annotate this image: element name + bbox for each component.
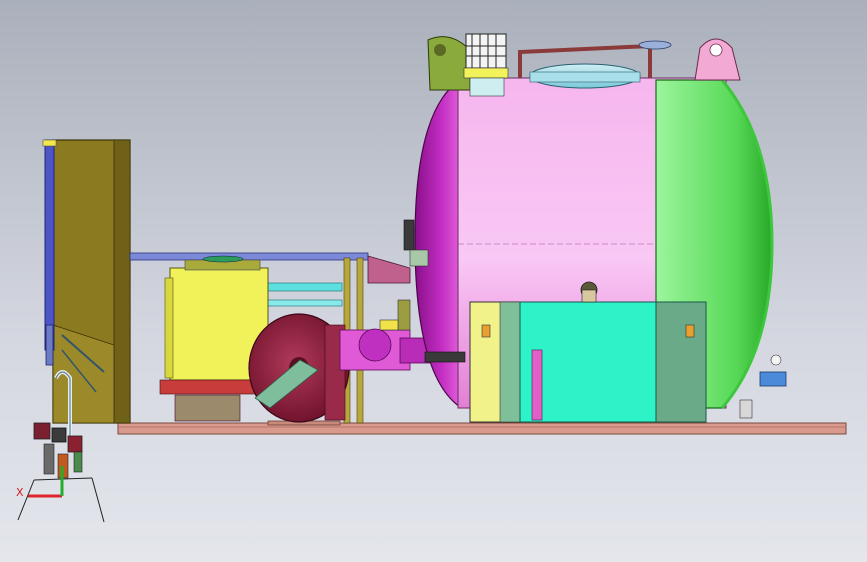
x-axis-label: X [16,486,24,499]
cad-viewport[interactable]: X [0,0,867,562]
axis-triad [28,466,64,498]
